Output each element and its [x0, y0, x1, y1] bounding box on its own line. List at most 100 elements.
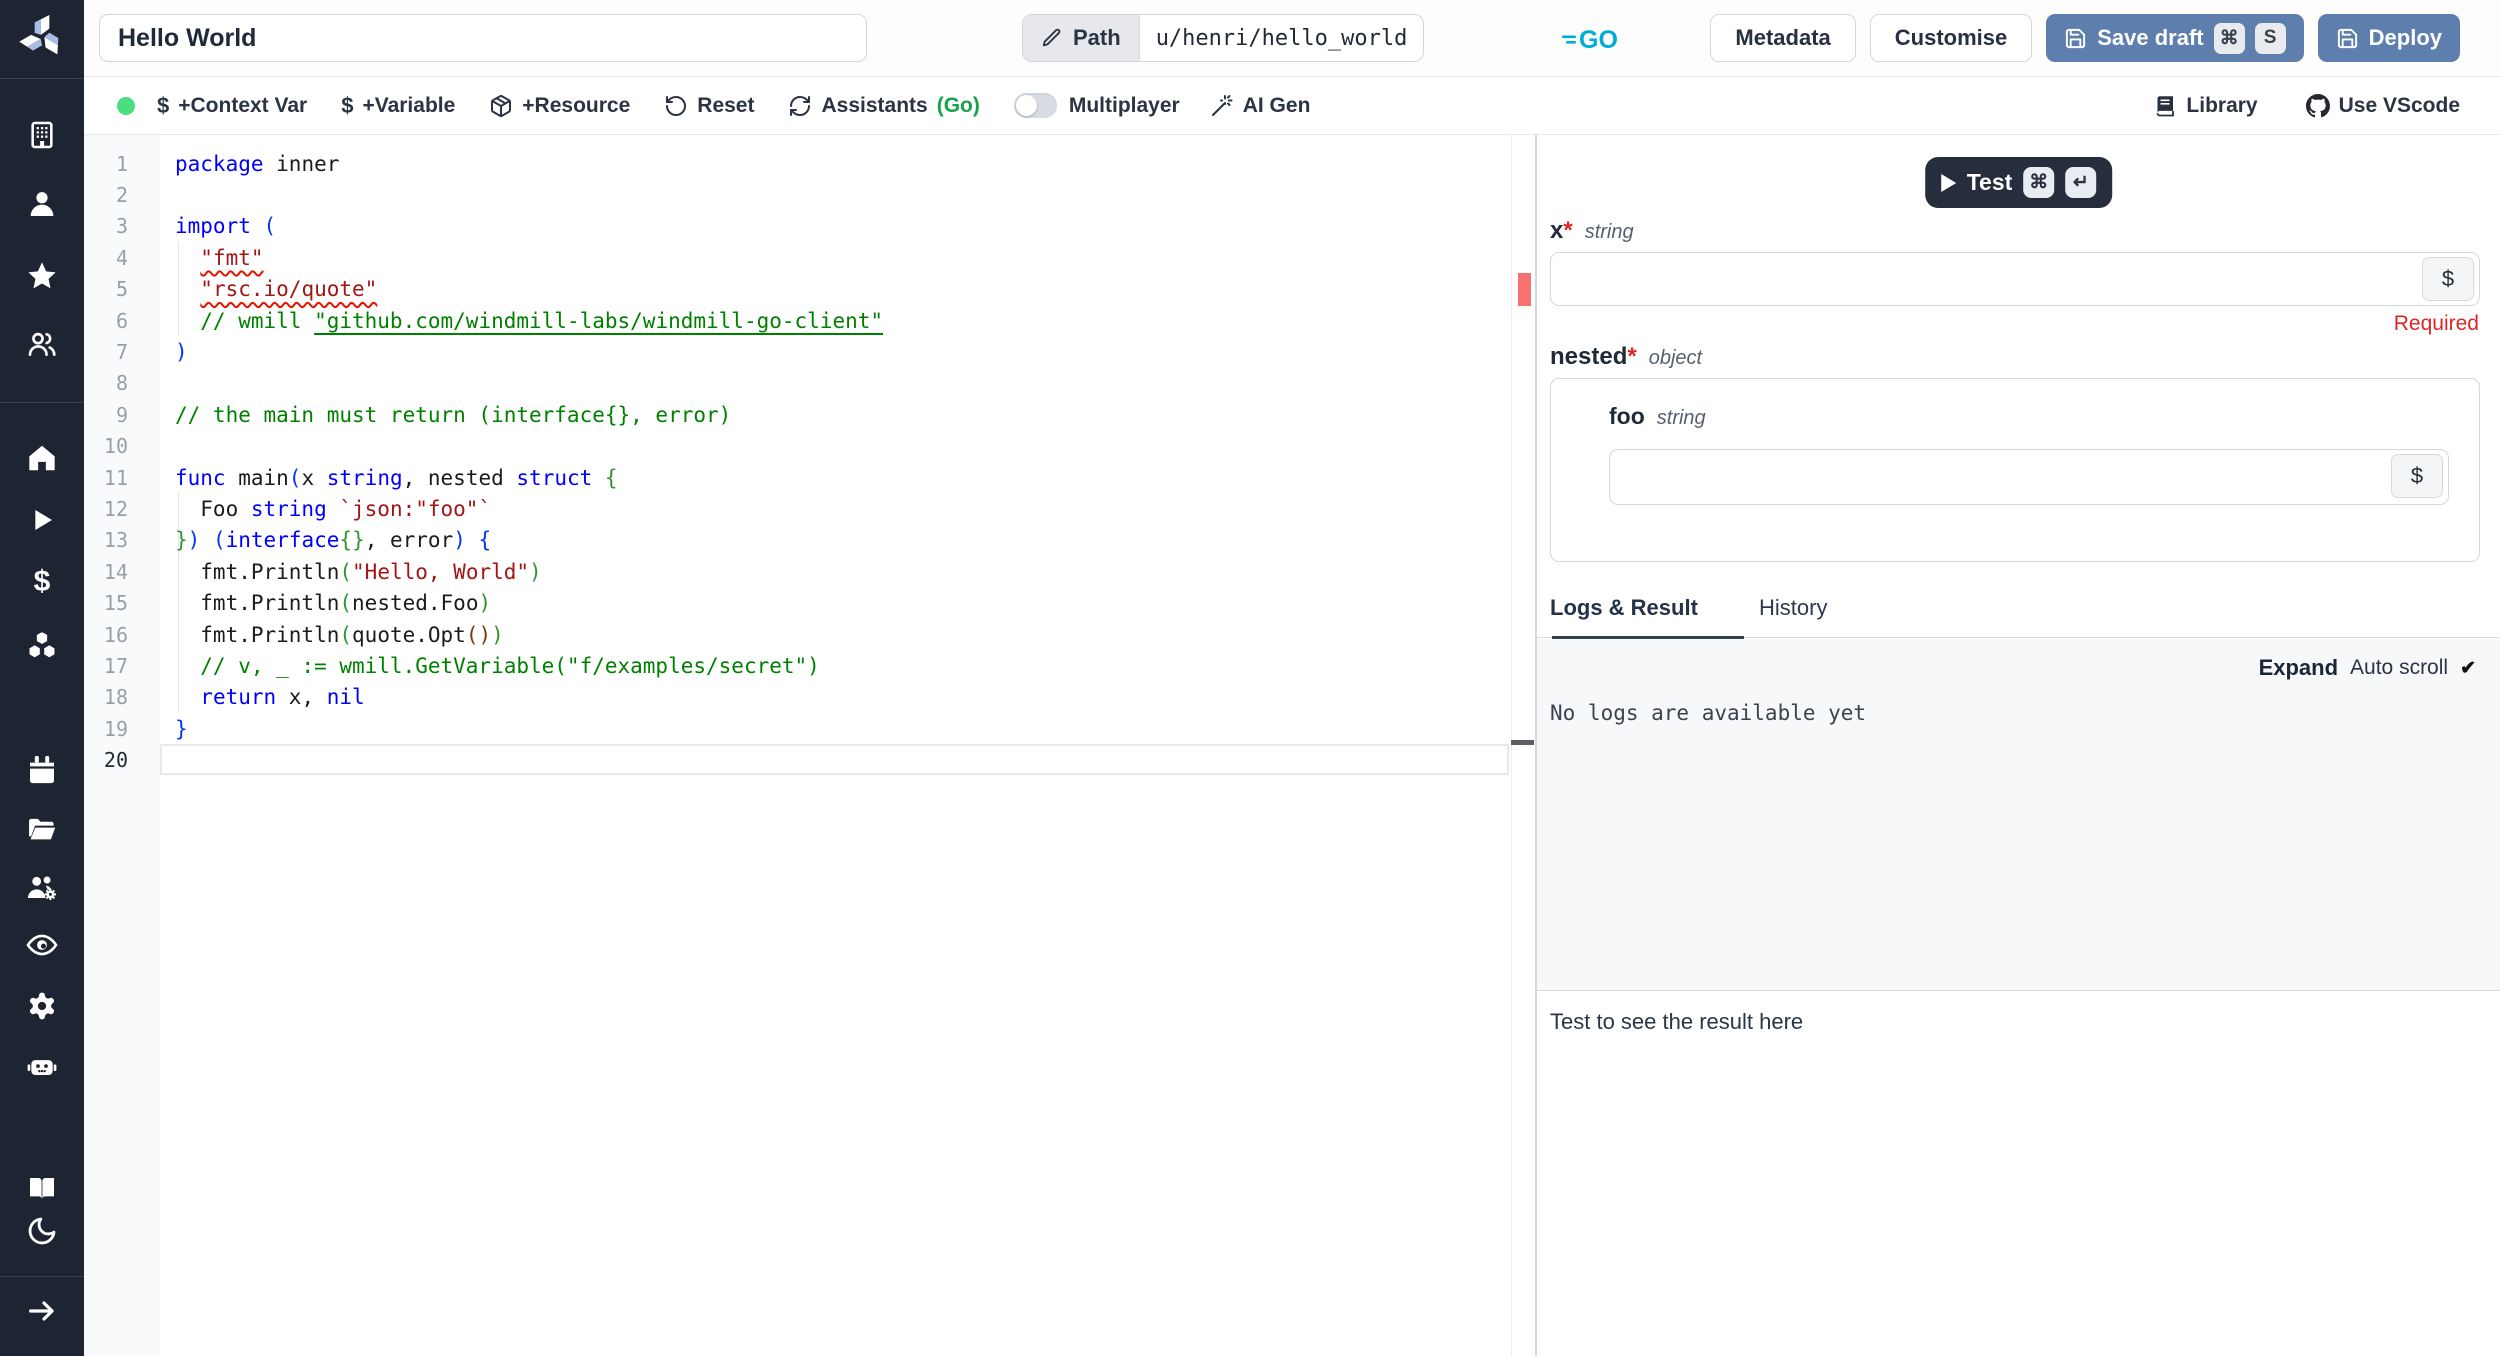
required-star: *: [1563, 217, 1573, 244]
windmill-script-editor: $ Hello World Path u/henri/hello_world G…: [0, 0, 2500, 1356]
sidebar: $: [0, 0, 84, 1356]
dollar-icon: $: [157, 92, 170, 118]
add-variable-button[interactable]: $ +Variable: [341, 93, 455, 119]
save-icon: [2337, 28, 2357, 48]
cursor-position-marker: [1511, 740, 1534, 745]
tab-history[interactable]: History: [1759, 578, 1827, 638]
svg-text:GO: GO: [1579, 26, 1618, 54]
arg-type: string: [1584, 221, 1634, 243]
users-gear-icon[interactable]: [25, 871, 59, 905]
code-line: 18 return x, nil: [84, 682, 1535, 713]
code-line: 8: [84, 368, 1535, 399]
moon-icon[interactable]: [25, 1214, 59, 1248]
play-icon[interactable]: [25, 503, 59, 537]
test-panel: Test ⌘ ↵ x * string $ Required nested * ob…: [1535, 135, 2500, 1356]
line-number: 6: [115, 308, 128, 333]
code-line: 19}: [84, 713, 1535, 744]
star-icon[interactable]: [25, 259, 59, 293]
code-editor[interactable]: 1 package inner 2 3 import (4 "fmt" 5 "rsc.io…: [84, 135, 1535, 1356]
arrow-right-icon[interactable]: [25, 1294, 59, 1328]
eye-icon[interactable]: [25, 928, 59, 962]
gear-icon[interactable]: [25, 989, 59, 1023]
line-number: 3: [115, 214, 128, 239]
autoscroll-toggle[interactable]: Auto scroll: [2350, 656, 2448, 680]
line-number: 18: [103, 685, 128, 710]
go-language-logo: GO: [1562, 24, 1626, 59]
metadata-button[interactable]: Metadata: [1710, 14, 1856, 62]
dollar-icon[interactable]: $: [25, 565, 59, 599]
use-vscode-button[interactable]: Use VScode: [2305, 93, 2460, 118]
insert-variable-button[interactable]: $: [2422, 257, 2474, 301]
arg-x-input-wrap: $: [1550, 252, 2480, 306]
folder-open-icon[interactable]: [25, 812, 59, 846]
home-icon[interactable]: [25, 441, 59, 475]
wand-icon: [1211, 94, 1233, 116]
line-number: 14: [103, 559, 128, 584]
path-button[interactable]: Path: [1023, 15, 1139, 61]
reset-button[interactable]: Reset: [664, 94, 754, 118]
assistants-lang-label: (Go): [936, 93, 980, 117]
boxes-icon[interactable]: [25, 627, 59, 661]
building-icon[interactable]: [25, 118, 59, 152]
expand-button[interactable]: Expand: [2259, 655, 2338, 681]
path-value[interactable]: u/henri/hello_world: [1138, 15, 1424, 61]
github-icon: [2305, 93, 2330, 117]
sidebar-divider: [0, 1276, 84, 1277]
user-icon[interactable]: [25, 187, 59, 221]
ai-gen-label: AI Gen: [1242, 93, 1311, 117]
code-line: 15 fmt.Println(nested.Foo): [84, 587, 1535, 618]
error-marker: [1518, 273, 1531, 306]
arg-x-label: x * string: [1550, 217, 1634, 245]
robot-icon[interactable]: [25, 1048, 59, 1082]
cmd-key-badge: ⌘: [2213, 22, 2245, 54]
user-group-icon[interactable]: [25, 327, 59, 361]
ai-gen-button[interactable]: AI Gen: [1210, 93, 1311, 118]
rotate-ccw-icon: [666, 95, 687, 116]
code-line: 9// the main must return (interface{}, e…: [84, 399, 1535, 430]
add-resource-button[interactable]: +Resource: [489, 94, 630, 118]
arg-foo-input[interactable]: [1610, 450, 2448, 504]
library-button[interactable]: Library: [2153, 94, 2258, 118]
tab-logs-result[interactable]: Logs & Result: [1550, 578, 1744, 640]
arg-type: object: [1648, 347, 1703, 369]
test-label: Test: [1966, 169, 2013, 195]
code-line: 3 import (: [84, 211, 1535, 242]
arg-x-input[interactable]: [1551, 253, 2479, 305]
enter-key-badge: ↵: [2065, 167, 2097, 198]
assistants-button[interactable]: Assistants (Go): [788, 93, 980, 118]
line-number: 19: [103, 716, 128, 741]
line-number: 20: [103, 748, 128, 773]
line-number: 9: [115, 402, 128, 427]
book-open-icon[interactable]: [25, 1171, 59, 1205]
calendar-icon[interactable]: [25, 753, 59, 787]
windmill-logo-icon[interactable]: [19, 14, 65, 65]
script-title-input[interactable]: [99, 14, 867, 62]
line-number: 16: [103, 622, 128, 647]
assistants-label: Assistants: [821, 93, 928, 117]
arg-name: x: [1550, 217, 1564, 244]
add-context-var-button[interactable]: $ +Context Var: [157, 93, 307, 119]
required-star: *: [1627, 343, 1637, 370]
line-number: 17: [103, 653, 128, 678]
multiplayer-toggle[interactable]: [1013, 93, 1057, 118]
line-number: 2: [115, 183, 128, 208]
add-context-var-label: +Context Var: [178, 93, 308, 117]
save-draft-button[interactable]: Save draft ⌘ S: [2046, 14, 2304, 62]
code-line: 13}) (interface{}, error) {: [84, 525, 1535, 556]
arg-foo-input-wrap: $: [1609, 449, 2449, 505]
overview-ruler[interactable]: [1511, 135, 1535, 1356]
customise-button[interactable]: Customise: [1869, 14, 2033, 62]
line-number: 8: [115, 371, 128, 396]
insert-variable-button[interactable]: $: [2391, 454, 2443, 498]
refresh-icon: [790, 95, 811, 116]
dollar-icon: $: [341, 92, 354, 118]
path-group: Path u/henri/hello_world: [1022, 14, 1425, 62]
code-line: 4 "fmt": [84, 242, 1535, 273]
line-number: 12: [103, 496, 128, 521]
test-button[interactable]: Test ⌘ ↵: [1924, 157, 2113, 208]
topbar-actions: Metadata Customise Save draft ⌘ S Deploy: [1710, 14, 2460, 62]
path-label: Path: [1073, 25, 1121, 50]
line-number: 5: [115, 277, 128, 302]
save-draft-label: Save draft: [2097, 25, 2204, 50]
deploy-button[interactable]: Deploy: [2317, 14, 2460, 62]
